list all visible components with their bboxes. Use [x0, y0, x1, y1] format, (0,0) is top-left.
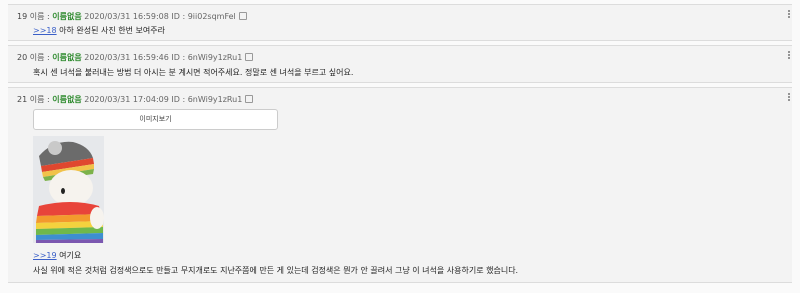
post-20: 20 이름 : 이름없음 2020/03/31 16:59:46 ID : 6n…: [8, 45, 792, 83]
post-text: 아하 완성된 사진 한번 보여주라: [59, 26, 165, 35]
user-id: 6nWi9y1zRu1: [187, 53, 243, 62]
reply-link[interactable]: >>19: [33, 251, 57, 260]
post-datetime: 2020/03/31 17:04:09: [84, 95, 169, 104]
more-vertical-icon[interactable]: [787, 9, 790, 21]
post-21: 21 이름 : 이름없음 2020/03/31 17:04:09 ID : 6n…: [8, 87, 792, 283]
sock-doll-image: [33, 136, 104, 243]
post-number: 21: [17, 95, 28, 104]
view-image-button[interactable]: 이미지보기: [33, 109, 278, 130]
post-datetime: 2020/03/31 16:59:46: [84, 53, 169, 62]
post-author: 이름없음: [52, 53, 82, 62]
post-header: 19 이름 : 이름없음 2020/03/31 16:59:08 ID : 9i…: [17, 11, 247, 22]
post-body: 혹시 센 녀석을 불러내는 방법 더 아시는 분 계시면 적어주세요. 정말로 …: [33, 67, 353, 78]
user-id: 6nWi9y1zRu1: [187, 95, 243, 104]
post-19: 19 이름 : 이름없음 2020/03/31 16:59:08 ID : 9i…: [8, 4, 792, 41]
post-text: 사실 위에 적은 것처럼 검정색으로도 만들고 무지개로도 지난주쯤에 만든 게…: [33, 266, 519, 275]
post-reply: >>19 여기요: [33, 250, 81, 261]
post-number: 19: [17, 12, 28, 21]
more-vertical-icon[interactable]: [787, 50, 790, 62]
more-vertical-icon[interactable]: [787, 92, 790, 104]
post-author: 이름없음: [52, 12, 82, 21]
copy-icon[interactable]: [245, 95, 254, 103]
thread: 19 이름 : 이름없음 2020/03/31 16:59:08 ID : 9i…: [0, 0, 800, 293]
post-number: 20: [17, 53, 28, 62]
post-body: >>18 아하 완성된 사진 한번 보여주라: [33, 25, 165, 36]
post-text: 혹시 센 녀석을 불러내는 방법 더 아시는 분 계시면 적어주세요. 정말로 …: [33, 68, 354, 77]
copy-icon[interactable]: [245, 53, 254, 61]
name-label: 이름 :: [29, 53, 50, 62]
post-datetime: 2020/03/31 16:59:08: [84, 12, 169, 21]
id-label: ID :: [171, 12, 186, 21]
name-label: 이름 :: [29, 95, 50, 104]
reply-link[interactable]: >>18: [33, 26, 57, 35]
post-image-thumbnail[interactable]: [33, 136, 104, 243]
post-body: 사실 위에 적은 것처럼 검정색으로도 만들고 무지개로도 지난주쯤에 만든 게…: [33, 265, 518, 276]
id-label: ID :: [171, 95, 186, 104]
post-header: 21 이름 : 이름없음 2020/03/31 17:04:09 ID : 6n…: [17, 94, 254, 105]
copy-icon[interactable]: [238, 12, 247, 20]
user-id: 9ii02sqmFel: [187, 12, 236, 21]
id-label: ID :: [171, 53, 186, 62]
post-header: 20 이름 : 이름없음 2020/03/31 16:59:46 ID : 6n…: [17, 52, 254, 63]
name-label: 이름 :: [29, 12, 50, 21]
post-author: 이름없음: [52, 95, 82, 104]
reply-text: 여기요: [59, 251, 82, 260]
